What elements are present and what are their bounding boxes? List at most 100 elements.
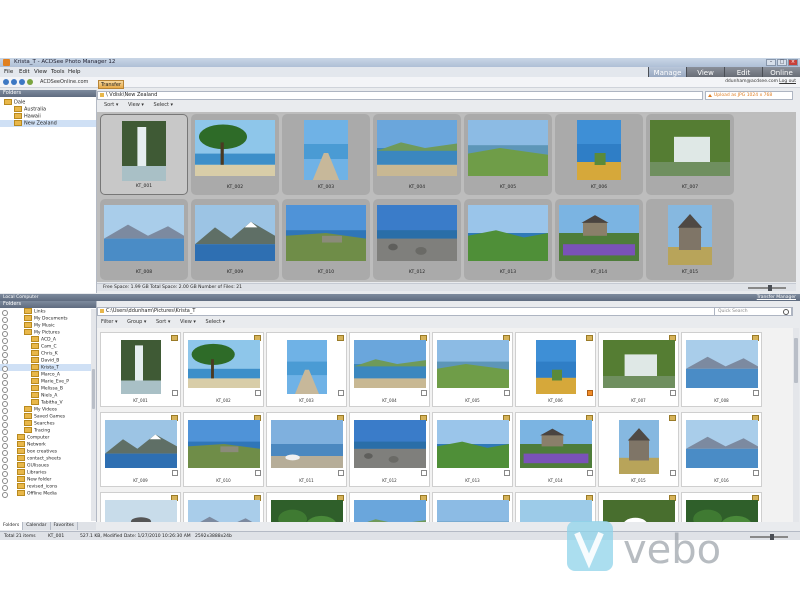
group-menu[interactable]: Group ▾ <box>127 319 146 325</box>
minimize-icon[interactable]: – <box>766 59 776 66</box>
radio-icon[interactable] <box>2 491 8 498</box>
thumbnail[interactable]: KT_004 <box>373 114 461 195</box>
tag-checkbox[interactable] <box>172 470 178 476</box>
bottom-tree-item[interactable]: My Music <box>0 322 96 330</box>
tab-calendar[interactable]: Calendar <box>23 522 51 530</box>
thumbnail[interactable]: KT_013 <box>432 412 513 487</box>
tag-checkbox[interactable] <box>670 390 676 396</box>
folder-scrollbar[interactable] <box>91 309 96 521</box>
top-path-bar[interactable]: \ Vdisk\New Zealand <box>97 91 703 100</box>
bottom-tree-item[interactable]: box creatives <box>0 448 96 456</box>
site-link[interactable]: ACDSeeOnline.com <box>40 77 88 87</box>
bottom-tree-item[interactable]: Krista_T <box>0 364 96 372</box>
bottom-tree-item[interactable]: Offline Media <box>0 490 96 498</box>
thumbnail[interactable]: KT_009 <box>100 412 181 487</box>
thumbnail[interactable] <box>432 492 513 522</box>
view-menu[interactable]: View ▾ <box>180 319 196 325</box>
transfer-tab[interactable]: Transfer <box>98 80 124 89</box>
thumbnail[interactable]: KT_003 <box>266 332 347 407</box>
bottom-tree-item[interactable]: Saved Games <box>0 413 96 421</box>
bottom-tree-item[interactable]: Marie_Eve_P <box>0 378 96 386</box>
thumbnail[interactable] <box>598 492 679 522</box>
bottom-tree-item[interactable]: revised_icons <box>0 483 96 491</box>
tag-checkbox[interactable] <box>753 470 759 476</box>
close-icon[interactable]: × <box>788 59 798 66</box>
bottom-tree-item[interactable]: Cam_C <box>0 343 96 351</box>
tag-checkbox[interactable] <box>587 470 593 476</box>
thumbnail[interactable]: KT_011 <box>266 412 347 487</box>
thumbnail[interactable]: KT_008 <box>681 332 762 407</box>
thumbnail[interactable]: KT_015 <box>646 199 734 280</box>
thumbnail[interactable]: KT_003 <box>282 114 370 195</box>
bottom-tree-item[interactable]: Tabitha_V <box>0 399 96 407</box>
sort-menu[interactable]: Sort ▾ <box>156 319 170 325</box>
bottom-tree-item[interactable]: My Videos <box>0 406 96 414</box>
thumbnail[interactable]: KT_014 <box>515 412 596 487</box>
thumbnail[interactable]: KT_009 <box>191 199 279 280</box>
thumbnail[interactable]: KT_010 <box>183 412 264 487</box>
tag-checkbox[interactable] <box>670 470 676 476</box>
menu-edit[interactable]: Edit <box>19 67 30 77</box>
maximize-icon[interactable]: □ <box>777 59 787 66</box>
menu-view[interactable]: View <box>34 67 47 77</box>
top-tree-item[interactable]: New Zealand <box>0 120 96 127</box>
tab-favorites[interactable]: Favorites <box>51 522 78 530</box>
thumbnail[interactable]: KT_007 <box>646 114 734 195</box>
tag-checkbox[interactable] <box>421 390 427 396</box>
thumbnail[interactable]: KT_012 <box>349 412 430 487</box>
up-icon[interactable] <box>19 79 25 85</box>
filter-menu[interactable]: Filter ▾ <box>101 319 117 325</box>
logout-link[interactable]: Log out <box>779 77 796 87</box>
bottom-tree-item[interactable]: Libraries <box>0 469 96 477</box>
tag-checkbox[interactable] <box>172 390 178 396</box>
thumbnail[interactable]: KT_001 <box>100 114 188 195</box>
tag-checkbox[interactable] <box>753 390 759 396</box>
bottom-tree-item[interactable]: Network <box>0 441 96 449</box>
tag-checkbox[interactable] <box>504 390 510 396</box>
select-menu[interactable]: Select ▾ <box>154 102 174 108</box>
bottom-tree-item[interactable]: Melissa_B <box>0 385 96 393</box>
bottom-tree-item[interactable]: GUIissues <box>0 462 96 470</box>
tag-checkbox[interactable] <box>504 470 510 476</box>
thumbnail[interactable]: KT_006 <box>555 114 643 195</box>
tag-checkbox[interactable] <box>338 470 344 476</box>
bottom-grid-scrollbar[interactable] <box>793 328 799 522</box>
menu-help[interactable]: Help <box>68 67 81 77</box>
thumbnail[interactable]: KT_004 <box>349 332 430 407</box>
thumbnail[interactable]: KT_012 <box>373 199 461 280</box>
transfer-manager-link[interactable]: Transfer Manager <box>757 294 796 301</box>
thumbnail[interactable]: KT_010 <box>282 199 370 280</box>
top-tree-item[interactable]: Australia <box>0 106 96 113</box>
thumbnail[interactable]: KT_005 <box>432 332 513 407</box>
bottom-tree-item[interactable]: New folder <box>0 476 96 484</box>
thumbnail[interactable]: KT_008 <box>100 199 188 280</box>
bottom-tree-item[interactable]: ACD_A <box>0 336 96 344</box>
bottom-tree-item[interactable]: Searches <box>0 420 96 428</box>
forward-icon[interactable] <box>11 79 17 85</box>
thumbnail[interactable]: KT_006 <box>515 332 596 407</box>
top-tree-item[interactable]: Hawaii <box>0 113 96 120</box>
quick-search-input[interactable]: Quick Search <box>714 307 792 316</box>
top-zoom-slider[interactable] <box>748 285 786 291</box>
bottom-tree-item[interactable]: David_B <box>0 357 96 365</box>
refresh-icon[interactable] <box>27 79 33 85</box>
tag-checkbox[interactable] <box>255 390 261 396</box>
thumbnail[interactable]: KT_001 <box>100 332 181 407</box>
bottom-tree-item[interactable]: Links <box>0 308 96 316</box>
thumbnail[interactable]: KT_005 <box>464 114 552 195</box>
menu-file[interactable]: File <box>4 67 13 77</box>
bottom-tree-item[interactable]: contact_sheets <box>0 455 96 463</box>
bottom-tree-item[interactable]: Tracing <box>0 427 96 435</box>
tag-checkbox[interactable] <box>587 390 593 396</box>
thumbnail[interactable] <box>100 492 181 522</box>
bottom-tree-item[interactable]: My Documents <box>0 315 96 323</box>
bottom-path-bar[interactable]: C:\Users\ddunham\Pictures\Krista_T <box>97 307 793 316</box>
thumbnail[interactable]: KT_014 <box>555 199 643 280</box>
sort-menu[interactable]: Sort ▾ <box>104 102 118 108</box>
view-menu[interactable]: View ▾ <box>128 102 144 108</box>
select-menu[interactable]: Select ▾ <box>206 319 226 325</box>
bottom-tree-item[interactable]: Computer <box>0 434 96 442</box>
tag-checkbox[interactable] <box>421 470 427 476</box>
thumbnail[interactable]: KT_007 <box>598 332 679 407</box>
thumbnail[interactable]: KT_013 <box>464 199 552 280</box>
